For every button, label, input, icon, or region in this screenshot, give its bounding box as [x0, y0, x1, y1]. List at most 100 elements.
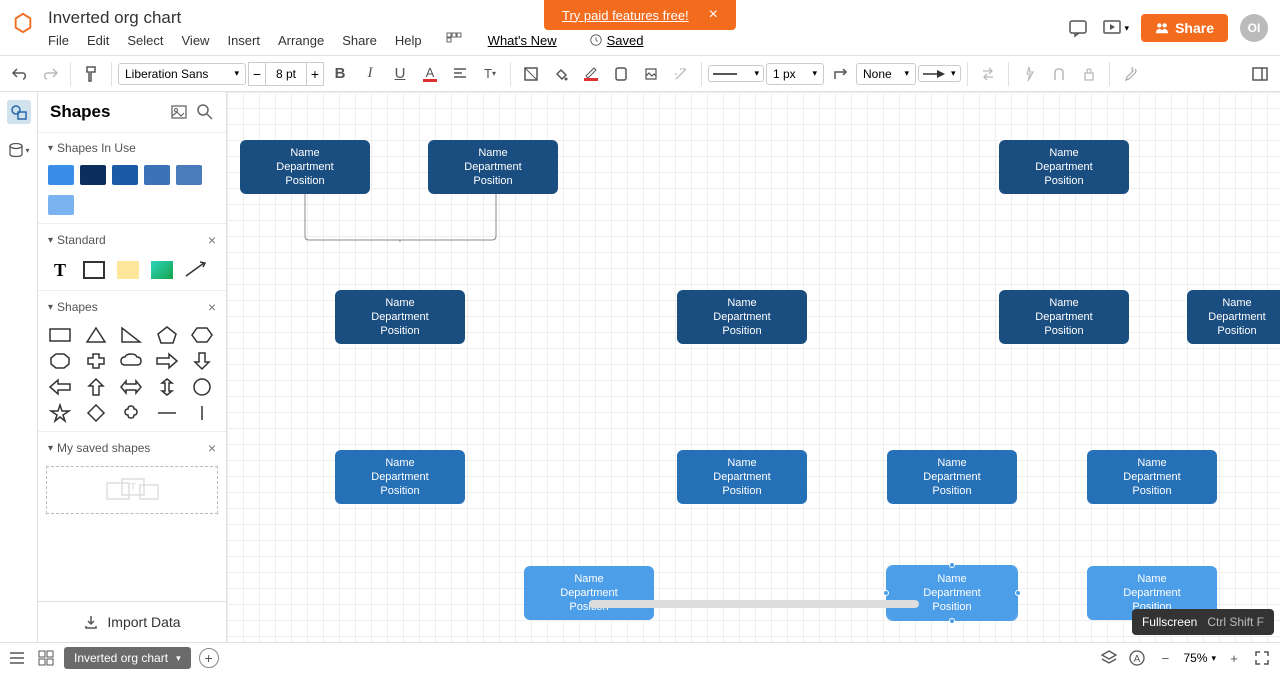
fullscreen-button[interactable] [1252, 648, 1272, 668]
org-node[interactable]: NameDepartmentPosition [428, 140, 558, 194]
bold-button[interactable]: B [326, 60, 354, 88]
section-header-shapes[interactable]: ▾Shapes× [48, 299, 216, 315]
selection-handle[interactable] [949, 618, 955, 624]
close-icon[interactable]: × [208, 232, 216, 248]
tools-button[interactable] [1116, 60, 1144, 88]
swatch[interactable] [176, 165, 202, 185]
format-painter-button[interactable] [77, 60, 105, 88]
border-color-button[interactable] [577, 60, 605, 88]
shape-fill-button[interactable] [517, 60, 545, 88]
shapes-rail-button[interactable] [7, 100, 31, 124]
org-node[interactable]: NameDepartmentPosition [887, 450, 1017, 504]
group-button[interactable] [1045, 60, 1073, 88]
shape-arrow-up[interactable] [84, 377, 108, 397]
shape-badge[interactable] [119, 403, 143, 423]
menu-arrange[interactable]: Arrange [278, 33, 324, 48]
shape-cloud[interactable] [119, 351, 143, 371]
shape-right-triangle[interactable] [119, 325, 143, 345]
promo-link[interactable]: Try paid features free! [562, 8, 689, 23]
arrow-line-shape[interactable] [184, 258, 208, 282]
org-node[interactable]: NameDepartmentPosition [335, 290, 465, 344]
section-header-standard[interactable]: ▾Standard× [48, 232, 216, 248]
panel-toggle-button[interactable] [1246, 60, 1274, 88]
shape-line[interactable] [155, 403, 179, 423]
search-icon[interactable] [196, 103, 214, 121]
org-node[interactable]: NameDepartmentPosition [1087, 450, 1217, 504]
shape-arrow-down[interactable] [190, 351, 214, 371]
promo-close-icon[interactable]: × [709, 6, 718, 24]
shape-triangle[interactable] [84, 325, 108, 345]
menu-edit[interactable]: Edit [87, 33, 109, 48]
org-node[interactable]: NameDepartmentPosition [999, 290, 1129, 344]
image-icon[interactable] [170, 103, 188, 121]
zoom-out-button[interactable]: − [1155, 648, 1175, 668]
close-icon[interactable]: × [208, 299, 216, 315]
redo-button[interactable] [36, 60, 64, 88]
org-node[interactable]: NameDepartmentPosition [677, 290, 807, 344]
shape-rect[interactable] [48, 325, 72, 345]
canvas[interactable]: NameDepartmentPosition NameDepartmentPos… [227, 92, 1280, 642]
line-path-button[interactable] [826, 60, 854, 88]
horizontal-scrollbar[interactable] [589, 600, 919, 608]
accessibility-icon[interactable]: A [1127, 648, 1147, 668]
shape-arrow-ud[interactable] [155, 377, 179, 397]
shape-diamond[interactable] [84, 403, 108, 423]
section-header-saved[interactable]: ▾My saved shapes× [48, 440, 216, 456]
shape-pentagon[interactable] [155, 325, 179, 345]
saved-status[interactable]: Saved [589, 33, 644, 48]
selection-handle[interactable] [883, 590, 889, 596]
org-node-selected[interactable]: NameDepartmentPosition [887, 566, 1017, 620]
org-node[interactable]: NameDepartmentPosition [999, 140, 1129, 194]
shape-arrow-left[interactable] [48, 377, 72, 397]
org-node[interactable]: NameDepartmentPosition [335, 450, 465, 504]
share-button[interactable]: Share [1141, 14, 1228, 42]
shape-arrow-lr[interactable] [119, 377, 143, 397]
swatch[interactable] [144, 165, 170, 185]
menu-share[interactable]: Share [342, 33, 377, 48]
zoom-level-select[interactable]: 75%▾ [1183, 651, 1216, 665]
text-options-button[interactable]: T▾ [476, 60, 504, 88]
image-button[interactable] [637, 60, 665, 88]
text-color-button[interactable]: A [416, 60, 444, 88]
italic-button[interactable]: I [356, 60, 384, 88]
text-shape[interactable]: T [48, 258, 72, 282]
add-page-button[interactable]: + [199, 648, 219, 668]
action-button[interactable] [1015, 60, 1043, 88]
shape-vline[interactable] [190, 403, 214, 423]
lock-button[interactable] [1075, 60, 1103, 88]
font-size-input[interactable] [266, 62, 306, 86]
align-button[interactable] [446, 60, 474, 88]
line-width-select[interactable]: 1 px▾ [766, 63, 824, 85]
note-shape[interactable] [116, 258, 140, 282]
swap-button[interactable] [974, 60, 1002, 88]
swatch[interactable] [80, 165, 106, 185]
swatch[interactable] [48, 165, 74, 185]
underline-button[interactable]: U [386, 60, 414, 88]
page-tab[interactable]: Inverted org chart▾ [64, 647, 191, 669]
present-icon[interactable] [1101, 17, 1123, 39]
menu-view[interactable]: View [182, 33, 210, 48]
shape-circle[interactable] [190, 377, 214, 397]
magic-button[interactable] [667, 60, 695, 88]
swatch[interactable] [112, 165, 138, 185]
apps-icon[interactable] [446, 32, 462, 48]
line-end-right-select[interactable]: ▾ [918, 65, 961, 82]
saved-shapes-dropzone[interactable]: T [46, 466, 218, 514]
menu-insert[interactable]: Insert [227, 33, 260, 48]
selection-handle[interactable] [1015, 590, 1021, 596]
menu-help[interactable]: Help [395, 33, 422, 48]
user-avatar[interactable]: OI [1240, 14, 1268, 42]
font-size-increase[interactable]: + [306, 62, 324, 86]
shape-star[interactable] [48, 403, 72, 423]
data-rail-button[interactable]: ▾ [7, 138, 31, 162]
line-style-select[interactable]: ▾ [708, 65, 764, 82]
list-view-icon[interactable] [8, 648, 28, 668]
org-node[interactable]: NameDepartmentPosition [524, 566, 654, 620]
close-icon[interactable]: × [208, 440, 216, 456]
font-size-decrease[interactable]: − [248, 62, 266, 86]
selection-handle[interactable] [949, 562, 955, 568]
org-node[interactable]: NameDepartmentPosition [240, 140, 370, 194]
shape-style-button[interactable] [607, 60, 635, 88]
font-select[interactable]: Liberation Sans▾ [118, 63, 246, 85]
present-dropdown[interactable]: ▾ [1125, 23, 1130, 34]
